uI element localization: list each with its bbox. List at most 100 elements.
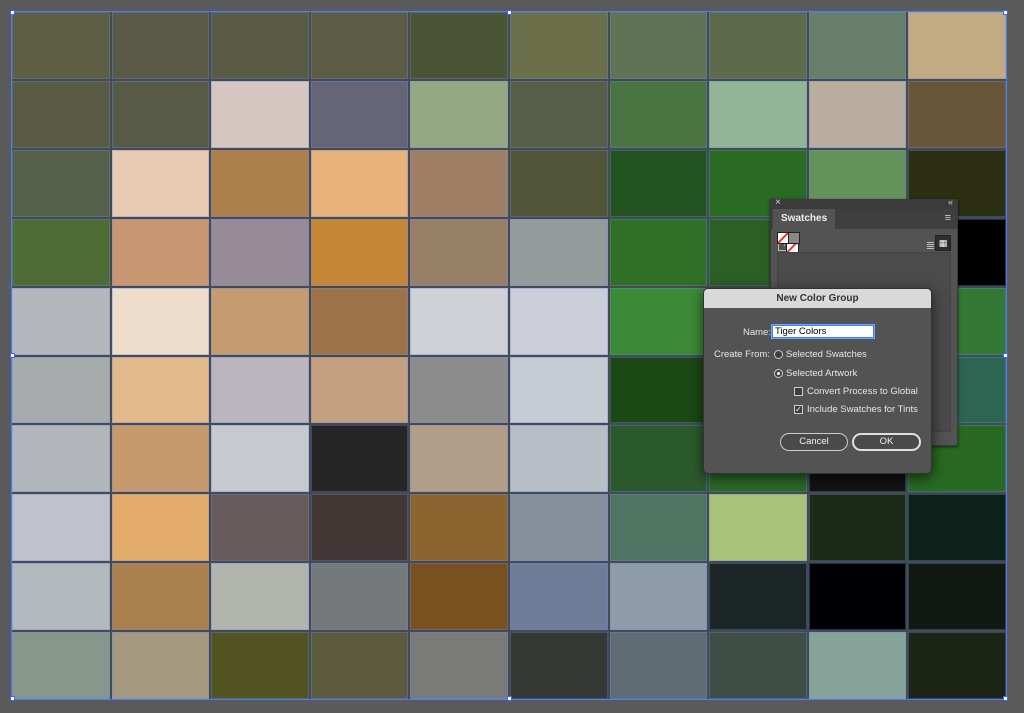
color-cell[interactable] [310, 149, 409, 217]
convert-process-checkbox[interactable] [794, 387, 803, 396]
color-cell[interactable] [808, 494, 907, 562]
cancel-button[interactable]: Cancel [780, 433, 848, 451]
collapse-icon[interactable]: « [948, 197, 953, 207]
selected-artwork-label[interactable]: Selected Artwork [786, 368, 857, 379]
color-cell[interactable] [509, 218, 608, 286]
include-swatches-checkbox[interactable]: ✓ [794, 405, 803, 414]
color-cell[interactable] [12, 12, 110, 79]
swatch-registration[interactable] [788, 232, 800, 244]
color-cell[interactable] [310, 80, 409, 148]
list-view-icon[interactable]: ≣ [926, 239, 935, 252]
color-cell[interactable] [12, 218, 110, 286]
color-cell[interactable] [908, 563, 1006, 631]
color-cell[interactable] [808, 563, 907, 631]
color-cell[interactable] [609, 149, 708, 217]
handle-middle-left[interactable] [10, 353, 15, 358]
color-cell[interactable] [211, 80, 309, 148]
grid-view-icon[interactable]: ▦ [935, 235, 951, 251]
color-cell[interactable] [509, 12, 608, 79]
color-cell[interactable] [211, 563, 309, 631]
color-cell[interactable] [111, 356, 210, 424]
color-cell[interactable] [509, 80, 608, 148]
color-cell[interactable] [509, 494, 608, 562]
color-cell[interactable] [410, 632, 508, 699]
color-cell[interactable] [310, 12, 409, 79]
color-cell[interactable] [709, 563, 807, 631]
color-cell[interactable] [410, 218, 508, 286]
color-cell[interactable] [111, 494, 210, 562]
color-cell[interactable] [111, 218, 210, 286]
selected-swatches-radio[interactable] [774, 350, 783, 359]
name-input[interactable]: Tiger Colors [772, 325, 874, 338]
close-icon[interactable]: × [775, 197, 781, 208]
include-swatches-label[interactable]: Include Swatches for Tints [807, 404, 918, 415]
color-cell[interactable] [808, 80, 907, 148]
panel-title-bar[interactable]: × « [771, 197, 957, 209]
color-cell[interactable] [211, 494, 309, 562]
color-cell[interactable] [12, 632, 110, 699]
handle-bottom-center[interactable] [507, 696, 512, 701]
color-cell[interactable] [410, 12, 508, 79]
handle-top-left[interactable] [10, 10, 15, 15]
convert-process-label[interactable]: Convert Process to Global [807, 386, 918, 397]
color-cell[interactable] [111, 563, 210, 631]
color-cell[interactable] [12, 356, 110, 424]
color-cell[interactable] [609, 80, 708, 148]
color-cell[interactable] [509, 563, 608, 631]
color-cell[interactable] [111, 12, 210, 79]
color-cell[interactable] [410, 563, 508, 631]
handle-middle-right[interactable] [1003, 353, 1008, 358]
color-cell[interactable] [211, 287, 309, 355]
color-cell[interactable] [111, 287, 210, 355]
color-cell[interactable] [310, 218, 409, 286]
color-cell[interactable] [211, 356, 309, 424]
color-cell[interactable] [111, 149, 210, 217]
handle-bottom-right[interactable] [1003, 696, 1008, 701]
color-cell[interactable] [111, 632, 210, 699]
panel-menu-icon[interactable]: ≡ [945, 212, 951, 224]
color-cell[interactable] [410, 425, 508, 493]
color-cell[interactable] [211, 12, 309, 79]
selected-swatches-label[interactable]: Selected Swatches [786, 349, 867, 360]
color-cell[interactable] [12, 563, 110, 631]
color-cell[interactable] [410, 80, 508, 148]
handle-top-right[interactable] [1003, 10, 1008, 15]
color-cell[interactable] [709, 632, 807, 699]
color-cell[interactable] [410, 149, 508, 217]
color-cell[interactable] [609, 218, 708, 286]
color-cell[interactable] [609, 425, 708, 493]
color-cell[interactable] [509, 425, 608, 493]
color-cell[interactable] [808, 12, 907, 79]
color-cell[interactable] [12, 425, 110, 493]
color-cell[interactable] [410, 356, 508, 424]
color-cell[interactable] [609, 563, 708, 631]
color-cell[interactable] [509, 356, 608, 424]
handle-top-center[interactable] [507, 10, 512, 15]
color-cell[interactable] [211, 425, 309, 493]
color-cell[interactable] [509, 632, 608, 699]
color-cell[interactable] [12, 494, 110, 562]
color-cell[interactable] [111, 425, 210, 493]
color-cell[interactable] [509, 149, 608, 217]
color-cell[interactable] [410, 494, 508, 562]
color-cell[interactable] [908, 632, 1006, 699]
color-cell[interactable] [808, 632, 907, 699]
handle-bottom-left[interactable] [10, 696, 15, 701]
color-cell[interactable] [211, 149, 309, 217]
color-cell[interactable] [609, 12, 708, 79]
ok-button[interactable]: OK [852, 433, 921, 451]
color-cell[interactable] [310, 356, 409, 424]
color-cell[interactable] [908, 12, 1006, 79]
color-cell[interactable] [310, 632, 409, 699]
color-cell[interactable] [709, 80, 807, 148]
color-cell[interactable] [12, 80, 110, 148]
color-cell[interactable] [410, 287, 508, 355]
tab-swatches[interactable]: Swatches [773, 209, 836, 229]
color-cell[interactable] [609, 356, 708, 424]
color-cell[interactable] [908, 494, 1006, 562]
color-cell[interactable] [609, 287, 708, 355]
color-cell[interactable] [609, 494, 708, 562]
color-cell[interactable] [211, 632, 309, 699]
color-cell[interactable] [609, 632, 708, 699]
color-cell[interactable] [310, 563, 409, 631]
